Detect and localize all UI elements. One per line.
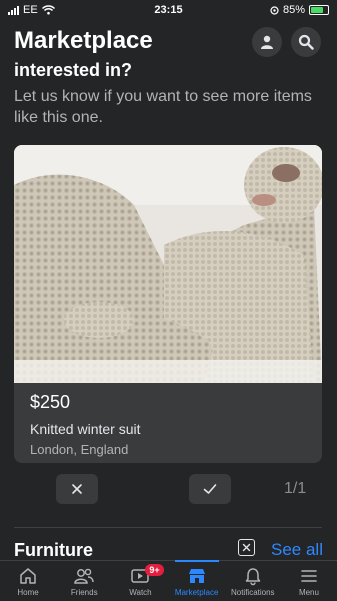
listing-price: $250 xyxy=(30,392,71,412)
check-icon xyxy=(203,484,217,494)
listing-photo xyxy=(14,145,322,383)
tab-home[interactable]: Home xyxy=(0,561,56,601)
notification-badge: 9+ xyxy=(145,564,164,576)
section-title: Furniture xyxy=(14,540,93,560)
listing-location: London, England xyxy=(30,442,129,457)
location-icon xyxy=(270,5,279,15)
pager-indicator: 1/1 xyxy=(284,480,307,497)
tab-bar: Home Friends 9+ Watch Marketplace Notifi… xyxy=(0,560,337,601)
dismiss-button[interactable] xyxy=(56,474,98,504)
section-divider xyxy=(14,527,322,528)
listing-title: Knitted winter suit xyxy=(30,421,141,437)
battery-fill xyxy=(311,7,323,13)
tab-label: Notifications xyxy=(230,588,275,597)
tab-label: Watch xyxy=(129,588,152,597)
bell-icon xyxy=(245,568,261,586)
marketplace-icon xyxy=(188,569,205,583)
tab-marketplace[interactable]: Marketplace xyxy=(169,560,225,601)
accept-button[interactable] xyxy=(189,474,231,504)
friends-icon xyxy=(74,568,94,584)
close-icon xyxy=(242,543,251,552)
tab-label: Friends xyxy=(70,588,98,597)
search-button[interactable] xyxy=(291,27,321,57)
tab-menu[interactable]: Menu xyxy=(281,561,337,601)
header: Marketplace xyxy=(0,22,337,62)
status-bar: EE 23:15 85% xyxy=(0,0,337,20)
profile-button[interactable] xyxy=(252,27,282,57)
section-close-button[interactable] xyxy=(238,539,255,556)
see-all-link[interactable]: See all xyxy=(271,540,323,560)
tab-friends[interactable]: Friends xyxy=(56,561,112,601)
close-icon xyxy=(72,484,82,494)
tab-watch[interactable]: 9+ Watch xyxy=(112,561,168,601)
prompt-body: Let us know if you want to see more item… xyxy=(14,88,312,126)
home-icon xyxy=(20,568,36,584)
battery-percent: 85% xyxy=(282,4,305,16)
status-right: 85% xyxy=(270,4,329,16)
page-title: Marketplace xyxy=(14,27,153,54)
tab-label: Menu xyxy=(298,588,319,597)
tab-label: Home xyxy=(17,588,39,597)
prompt-title: interested in? xyxy=(14,60,133,80)
listing-card[interactable]: $250 Knitted winter suit London, England xyxy=(14,145,322,463)
tab-label: Marketplace xyxy=(174,588,219,597)
battery-icon xyxy=(309,5,329,15)
menu-icon xyxy=(301,570,317,582)
search-icon xyxy=(298,34,314,50)
profile-icon xyxy=(261,35,273,49)
tab-notifications[interactable]: Notifications xyxy=(225,561,281,601)
